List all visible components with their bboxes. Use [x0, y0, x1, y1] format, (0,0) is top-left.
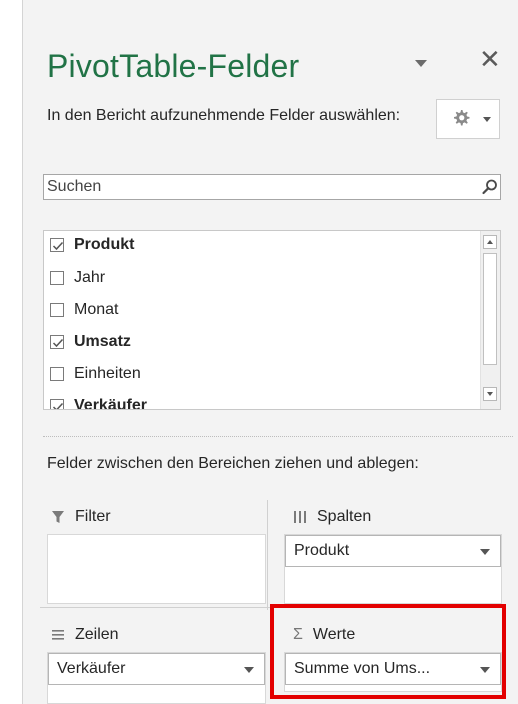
columns-area-header: Spalten: [293, 508, 371, 526]
checkbox[interactable]: [50, 399, 64, 409]
field-list-scrollbar[interactable]: [480, 231, 500, 409]
field-label: Jahr: [74, 269, 106, 286]
field-item-verkaeufer[interactable]: Verkäufer: [50, 393, 147, 410]
rows-field-chip[interactable]: Verkäufer: [48, 653, 265, 685]
field-label: Einheiten: [74, 365, 141, 382]
filter-area-label: Filter: [75, 508, 111, 525]
chip-label: Produkt: [294, 542, 350, 559]
field-list: Produkt Jahr Monat Umsatz Einheiten Verk…: [43, 230, 501, 410]
filter-drop-area[interactable]: [47, 534, 266, 604]
columns-field-chip[interactable]: Produkt: [285, 535, 501, 567]
field-label: Verkäufer: [74, 397, 147, 410]
columns-icon: [294, 511, 306, 523]
chip-label: Verkäufer: [57, 660, 126, 677]
scrollbar-thumb[interactable]: [483, 253, 497, 365]
rows-drop-area[interactable]: Verkäufer: [47, 652, 266, 704]
field-label: Umsatz: [74, 333, 131, 350]
field-item-umsatz[interactable]: Umsatz: [50, 329, 131, 355]
field-item-einheiten[interactable]: Einheiten: [50, 361, 141, 387]
values-area-highlight: [270, 604, 506, 699]
section-divider: [43, 436, 513, 437]
checkbox[interactable]: [50, 367, 64, 381]
areas-vertical-divider: [267, 500, 268, 610]
pivot-field-list-pane: PivotTable-Felder ✕ In den Bericht aufzu…: [23, 0, 518, 704]
rows-area-label: Zeilen: [75, 626, 119, 643]
field-label: Produkt: [74, 236, 135, 253]
chevron-down-icon[interactable]: [415, 60, 427, 67]
columns-area-label: Spalten: [317, 508, 372, 525]
scroll-up-arrow-icon[interactable]: [483, 235, 497, 249]
checkbox[interactable]: [50, 335, 64, 349]
rows-area-header: Zeilen: [51, 626, 119, 644]
rows-icon: [52, 630, 64, 640]
field-label: Monat: [74, 301, 119, 318]
checkbox[interactable]: [50, 271, 64, 285]
filter-area-header: Filter: [51, 508, 111, 526]
filter-icon: [52, 511, 64, 523]
checkbox[interactable]: [50, 303, 64, 317]
tools-button[interactable]: [436, 99, 500, 139]
field-item-jahr[interactable]: Jahr: [50, 265, 105, 291]
worksheet-edge: [0, 0, 22, 704]
field-item-monat[interactable]: Monat: [50, 297, 118, 323]
areas-hint: Felder zwischen den Bereichen ziehen und…: [47, 455, 419, 472]
checkbox[interactable]: [50, 238, 64, 252]
chevron-down-icon[interactable]: [244, 667, 254, 673]
field-item-produkt[interactable]: Produkt: [50, 232, 134, 258]
close-icon[interactable]: ✕: [479, 46, 501, 72]
chevron-down-icon[interactable]: [480, 549, 490, 555]
search-box[interactable]: [43, 174, 501, 200]
gear-icon: [454, 110, 470, 126]
columns-drop-area[interactable]: Produkt: [284, 534, 502, 604]
pane-title: PivotTable-Felder: [47, 48, 300, 84]
scroll-down-arrow-icon[interactable]: [483, 387, 497, 401]
search-input[interactable]: [44, 175, 467, 199]
pane-subtitle: In den Bericht aufzunehmende Felder ausw…: [47, 107, 401, 124]
search-icon[interactable]: [481, 178, 499, 196]
chevron-down-icon: [483, 117, 491, 122]
